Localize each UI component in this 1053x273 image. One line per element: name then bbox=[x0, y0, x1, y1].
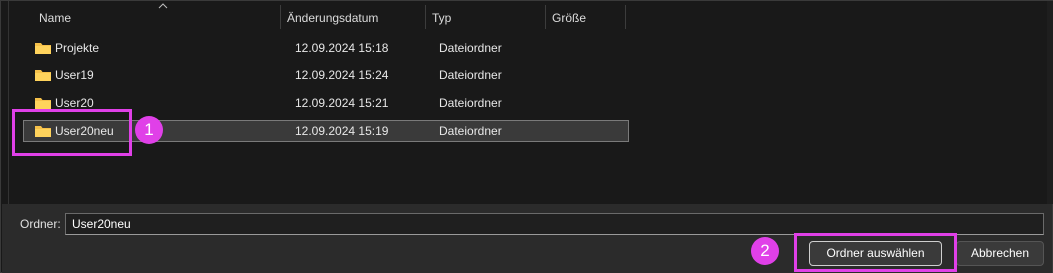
item-name: User20 bbox=[55, 96, 94, 110]
item-date: 12.09.2024 15:21 bbox=[295, 96, 389, 110]
column-header-type[interactable]: Typ bbox=[432, 6, 451, 30]
annotation-badge-1: 1 bbox=[135, 116, 163, 144]
folder-icon bbox=[35, 70, 51, 81]
item-date: 12.09.2024 15:18 bbox=[295, 41, 389, 55]
folder-icon bbox=[35, 126, 51, 137]
column-header-name[interactable]: Name bbox=[39, 6, 71, 30]
item-type: Dateiordner bbox=[439, 41, 502, 55]
folder-label: Ordner: bbox=[20, 217, 61, 231]
item-name: Projekte bbox=[55, 41, 100, 55]
folder-icon bbox=[35, 98, 51, 109]
column-divider[interactable] bbox=[425, 5, 426, 29]
item-date: 12.09.2024 15:24 bbox=[295, 68, 389, 82]
item-type: Dateiordner bbox=[439, 124, 502, 138]
column-divider[interactable] bbox=[545, 5, 546, 29]
item-name: User20neu bbox=[55, 124, 114, 138]
item-type: Dateiordner bbox=[439, 68, 502, 82]
list-item-selected[interactable]: User20neu 12.09.2024 15:19 Dateiordner bbox=[23, 120, 629, 142]
list-item[interactable]: User20 12.09.2024 15:21 Dateiordner bbox=[23, 92, 629, 114]
list-item[interactable]: User19 12.09.2024 15:24 Dateiordner bbox=[23, 64, 629, 86]
select-folder-button[interactable]: Ordner auswählen bbox=[809, 241, 942, 266]
folder-name-input[interactable] bbox=[65, 213, 1044, 235]
column-header-size[interactable]: Größe bbox=[552, 6, 586, 30]
vertical-scrollbar[interactable] bbox=[1047, 1, 1053, 204]
item-date: 12.09.2024 15:19 bbox=[295, 124, 389, 138]
item-type: Dateiordner bbox=[439, 96, 502, 110]
file-list: Name Änderungsdatum Typ Größe Projekte 1… bbox=[8, 1, 1053, 204]
cancel-button[interactable]: Abbrechen bbox=[956, 241, 1044, 266]
column-divider[interactable] bbox=[280, 5, 281, 29]
folder-icon bbox=[35, 43, 51, 54]
list-item[interactable]: Projekte 12.09.2024 15:18 Dateiordner bbox=[23, 37, 629, 59]
annotation-badge-2: 2 bbox=[751, 237, 779, 265]
column-divider[interactable] bbox=[625, 5, 626, 29]
sort-ascending-icon[interactable] bbox=[158, 2, 168, 10]
column-header-date[interactable]: Änderungsdatum bbox=[287, 6, 378, 30]
dialog-footer: Ordner: Ordner auswählen Abbrechen bbox=[2, 204, 1052, 273]
item-name: User19 bbox=[55, 68, 94, 82]
